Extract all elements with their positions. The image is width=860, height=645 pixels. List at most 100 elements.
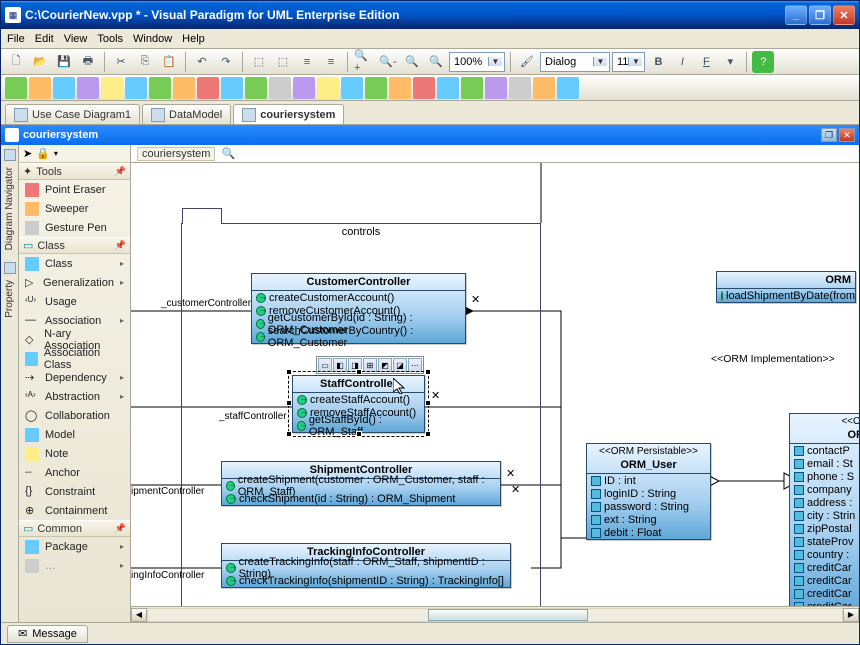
tb-cut-icon[interactable]: ✂ [110, 51, 132, 73]
minimize-button[interactable]: _ [785, 5, 807, 25]
diag-btn-15-icon[interactable] [341, 77, 363, 99]
diag-btn-16-icon[interactable] [365, 77, 387, 99]
tool-usage[interactable]: ‹U›Usage [19, 292, 130, 311]
tool-generalization[interactable]: ▷Generalization▸ [19, 273, 130, 292]
tb-undo-icon[interactable]: ↶ [191, 51, 213, 73]
scroll-thumb[interactable] [428, 609, 588, 621]
mt-4-icon[interactable]: ⊞ [363, 358, 377, 372]
diag-btn-24-icon[interactable] [557, 77, 579, 99]
tool-more[interactable]: …▸ [19, 556, 130, 575]
tool-sweeper[interactable]: Sweeper [19, 199, 130, 218]
pointer-tool-icon[interactable]: ➤ [23, 147, 32, 160]
diag-btn-1-icon[interactable] [5, 77, 27, 99]
diag-btn-3-icon[interactable] [53, 77, 75, 99]
class-tracking-controller[interactable]: TrackingInfoController createTrackingInf… [221, 543, 511, 588]
diag-btn-8-icon[interactable] [173, 77, 195, 99]
menu-window[interactable]: Window [133, 33, 172, 45]
tool-anchor[interactable]: ┄Anchor [19, 463, 130, 482]
menu-view[interactable]: View [64, 33, 88, 45]
tb-paste-icon[interactable]: 📋 [158, 51, 180, 73]
tb-open-icon[interactable]: 📂 [29, 51, 51, 73]
menu-tools[interactable]: Tools [97, 33, 123, 45]
sidetab-property[interactable]: Property [4, 280, 15, 318]
font-combo[interactable]: Dialog▼ [540, 52, 610, 72]
diag-btn-17-icon[interactable] [389, 77, 411, 99]
breadcrumb-search-icon[interactable]: 🔍 [221, 147, 235, 160]
diag-btn-18-icon[interactable] [413, 77, 435, 99]
diag-btn-21-icon[interactable] [485, 77, 507, 99]
sidetab2-icon[interactable] [4, 262, 16, 274]
tb-ungroup-icon[interactable]: ⬚ [272, 51, 294, 73]
breadcrumb-item[interactable]: couriersystem [137, 147, 215, 161]
tb-redo-icon[interactable]: ↷ [215, 51, 237, 73]
selection-toolbar[interactable]: ▭ ◧ ◨ ⊞ ◩ ◪ ⋯ [316, 356, 424, 374]
diag-btn-2-icon[interactable] [29, 77, 51, 99]
mt-2-icon[interactable]: ◧ [333, 358, 347, 372]
diagram-canvas[interactable]: ✕ ✕ ✕ ✕ controls _customerController _st… [131, 163, 859, 606]
inner-close-button[interactable]: ✕ [839, 128, 855, 142]
tb-zoom100-icon[interactable]: 🔍 [425, 51, 447, 73]
tool-dependency[interactable]: ⇢Dependency▸ [19, 368, 130, 387]
class-staff-controller[interactable]: StaffController createStaffAccount() rem… [292, 375, 425, 433]
tool-collaboration[interactable]: ◯Collaboration [19, 406, 130, 425]
diag-btn-7-icon[interactable] [149, 77, 171, 99]
maximize-button[interactable]: ❐ [809, 5, 831, 25]
tb-copy-icon[interactable]: ⎘ [134, 51, 156, 73]
diag-btn-6-icon[interactable] [125, 77, 147, 99]
diag-btn-10-icon[interactable] [221, 77, 243, 99]
tb-align-icon[interactable]: ≡ [296, 51, 318, 73]
diag-btn-5-icon[interactable] [101, 77, 123, 99]
diag-btn-11-icon[interactable] [245, 77, 267, 99]
group-class[interactable]: ▭Class📌 [19, 237, 130, 254]
tab-usecase[interactable]: Use Case Diagram1 [5, 104, 140, 124]
class-orm-top[interactable]: ORM loadShipmentByDate(from [716, 271, 856, 303]
class-shipment-controller[interactable]: ShipmentController createShipment(custom… [221, 461, 501, 506]
tool-note[interactable]: Note [19, 444, 130, 463]
scroll-left-icon[interactable]: ◀ [131, 608, 147, 622]
dropdown-tool-icon[interactable]: ▾ [54, 149, 58, 158]
lock-tool-icon[interactable]: 🔒 [36, 147, 50, 160]
tb-zoomfit-icon[interactable]: 🔍 [401, 51, 423, 73]
fontsize-combo[interactable]: 11▼ [612, 52, 645, 72]
tb-print-icon[interactable]: 🖶 [77, 51, 99, 73]
tb-save-icon[interactable]: 💾 [53, 51, 75, 73]
tb-help-icon[interactable]: ? [752, 51, 774, 73]
tool-assoc-class[interactable]: Association Class [19, 349, 130, 368]
tool-abstraction[interactable]: ‹A›Abstraction▸ [19, 387, 130, 406]
tool-class[interactable]: Class▸ [19, 254, 130, 273]
tb-fontcolor-icon[interactable]: F [695, 51, 717, 73]
scroll-right-icon[interactable]: ▶ [843, 608, 859, 622]
mt-1-icon[interactable]: ▭ [318, 358, 332, 372]
class-orm-right[interactable]: <<OR OR contactP email : St phone : S co… [789, 413, 859, 606]
mt-6-icon[interactable]: ◪ [393, 358, 407, 372]
menu-file[interactable]: File [7, 33, 25, 45]
tb-new-icon[interactable]: 🗋 [5, 51, 27, 73]
tb-format-icon[interactable]: 🖌 [516, 51, 538, 73]
tool-model[interactable]: Model [19, 425, 130, 444]
tb-bold-icon[interactable]: B [647, 51, 669, 73]
message-tab[interactable]: ✉ Message [7, 625, 88, 643]
diag-btn-9-icon[interactable] [197, 77, 219, 99]
group-common[interactable]: ▭Common📌 [19, 520, 130, 537]
class-customer-controller[interactable]: CustomerController createCustomerAccount… [251, 273, 466, 344]
sidetab-icon[interactable] [4, 149, 16, 161]
diag-btn-4-icon[interactable] [77, 77, 99, 99]
diag-btn-13-icon[interactable] [293, 77, 315, 99]
tb-align2-icon[interactable]: ≡ [320, 51, 342, 73]
tb-italic-icon[interactable]: I [671, 51, 693, 73]
tb-dd-icon[interactable]: ▾ [719, 51, 741, 73]
sidetab-navigator[interactable]: Diagram Navigator [4, 167, 15, 250]
tool-containment[interactable]: ⊕Containment [19, 501, 130, 520]
close-button[interactable]: ✕ [833, 5, 855, 25]
tool-gesture-pen[interactable]: Gesture Pen [19, 218, 130, 237]
diag-btn-22-icon[interactable] [509, 77, 531, 99]
group-tools[interactable]: ✦Tools📌 [19, 163, 130, 180]
mt-5-icon[interactable]: ◩ [378, 358, 392, 372]
tb-zoomin-icon[interactable]: 🔍+ [353, 51, 375, 73]
tool-point-eraser[interactable]: Point Eraser [19, 180, 130, 199]
tab-couriersystem[interactable]: couriersystem [233, 104, 344, 124]
tool-constraint[interactable]: {}Constraint [19, 482, 130, 501]
diag-btn-14-icon[interactable] [317, 77, 339, 99]
menu-help[interactable]: Help [182, 33, 205, 45]
diag-btn-12-icon[interactable] [269, 77, 291, 99]
